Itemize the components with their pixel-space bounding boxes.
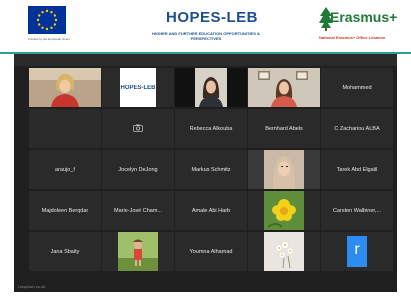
participant-picture	[102, 232, 174, 271]
logo-header: Funded by the European Union HOPES-LEB H…	[0, 0, 411, 52]
participant-tile[interactable]: Markus Schmitz	[175, 150, 247, 189]
eu-flag-icon	[28, 6, 66, 34]
participant-name: Bernhard Abels	[265, 125, 303, 132]
participant-picture-tile[interactable]	[248, 191, 320, 230]
participant-name: Mohammed	[342, 84, 372, 91]
participant-name: Marie-José Cham...	[114, 207, 162, 214]
erasmus-subtitle: National Erasmus+ Office Lebanon	[319, 35, 386, 40]
window-top-strip	[14, 54, 397, 66]
participant-video-tile[interactable]	[248, 150, 320, 189]
participant-tile[interactable]: Youmna Alhamad	[175, 232, 247, 271]
participant-video	[29, 68, 101, 107]
avatar-letter: r	[354, 241, 360, 258]
participant-name: araujo_f	[55, 166, 75, 173]
participant-video	[175, 68, 247, 107]
hopes-leb-subtitle: HIGHER AND FURTHER EDUCATION OPPORTUNITI…	[152, 31, 260, 41]
participant-tile[interactable]: Mohammed	[321, 68, 393, 107]
participant-picture	[248, 191, 320, 230]
participant-video-tile[interactable]	[29, 68, 101, 107]
participant-tile[interactable]: Carsten Walbiner,...	[321, 191, 393, 230]
participant-tile[interactable]: Amale Abi Harb	[175, 191, 247, 230]
participant-video	[248, 68, 320, 107]
participant-tile[interactable]: Rebecca Alkouba	[175, 109, 247, 148]
participant-name: Rebecca Alkouba	[189, 125, 233, 132]
participant-video-tile[interactable]	[248, 68, 320, 107]
bottom-caption: Unsplash.co.uk	[18, 284, 46, 289]
participant-tile[interactable]: Majdoleen Berqdar	[29, 191, 101, 230]
participant-tile[interactable]: araujo_f	[29, 150, 101, 189]
participant-tile[interactable]: Bernhard Abels	[248, 109, 320, 148]
eu-caption: Funded by the European Union	[28, 37, 70, 41]
participant-tile[interactable]: C Zachariou ALBA	[321, 109, 393, 148]
participant-name: Majdoleen Berqdar	[41, 207, 89, 214]
participant-empty-tile[interactable]	[29, 109, 101, 148]
participant-name: Jocelyn DeJong	[118, 166, 158, 173]
participant-name: C Zachariou ALBA	[334, 125, 380, 132]
participant-tile[interactable]: Marie-José Cham...	[102, 191, 174, 230]
participant-grid: HOPES-LEB Mohammed Rebecca Alkouba Bernhard…	[29, 68, 393, 271]
participant-picture-tile[interactable]	[248, 232, 320, 271]
participant-logo-tile[interactable]: HOPES-LEB	[102, 68, 174, 107]
participant-tile[interactable]: Jana Sbaity	[29, 232, 101, 271]
participant-name: Jana Sbaity	[50, 248, 80, 255]
participant-name: Youmna Alhamad	[189, 248, 233, 255]
participant-picture-tile[interactable]	[102, 232, 174, 271]
camera-icon	[133, 124, 143, 132]
participant-tile[interactable]: Jocelyn DeJong	[102, 150, 174, 189]
participant-video-tile[interactable]	[175, 68, 247, 107]
participant-picture	[248, 232, 320, 271]
participant-name: Carsten Walbiner,...	[332, 207, 382, 214]
participant-avatar-tile[interactable]: r	[321, 232, 393, 271]
participant-video	[248, 150, 320, 189]
participant-name: Markus Schmitz	[191, 166, 231, 173]
participant-name: Tarek Abd Elgalil	[336, 166, 378, 173]
participant-camera-off-tile[interactable]	[102, 109, 174, 148]
avatar: r	[347, 236, 367, 267]
hopes-leb-logo: HOPES-LEB	[166, 9, 259, 26]
participant-name: Amale Abi Harb	[191, 207, 231, 214]
erasmus-logo-text: Erasmus+	[330, 9, 398, 25]
video-call-window: HOPES-LEB Mohammed Rebecca Alkouba Bernhard…	[14, 54, 397, 292]
hopes-leb-logo: HOPES-LEB	[120, 84, 156, 91]
participant-tile[interactable]: Tarek Abd Elgalil	[321, 150, 393, 189]
